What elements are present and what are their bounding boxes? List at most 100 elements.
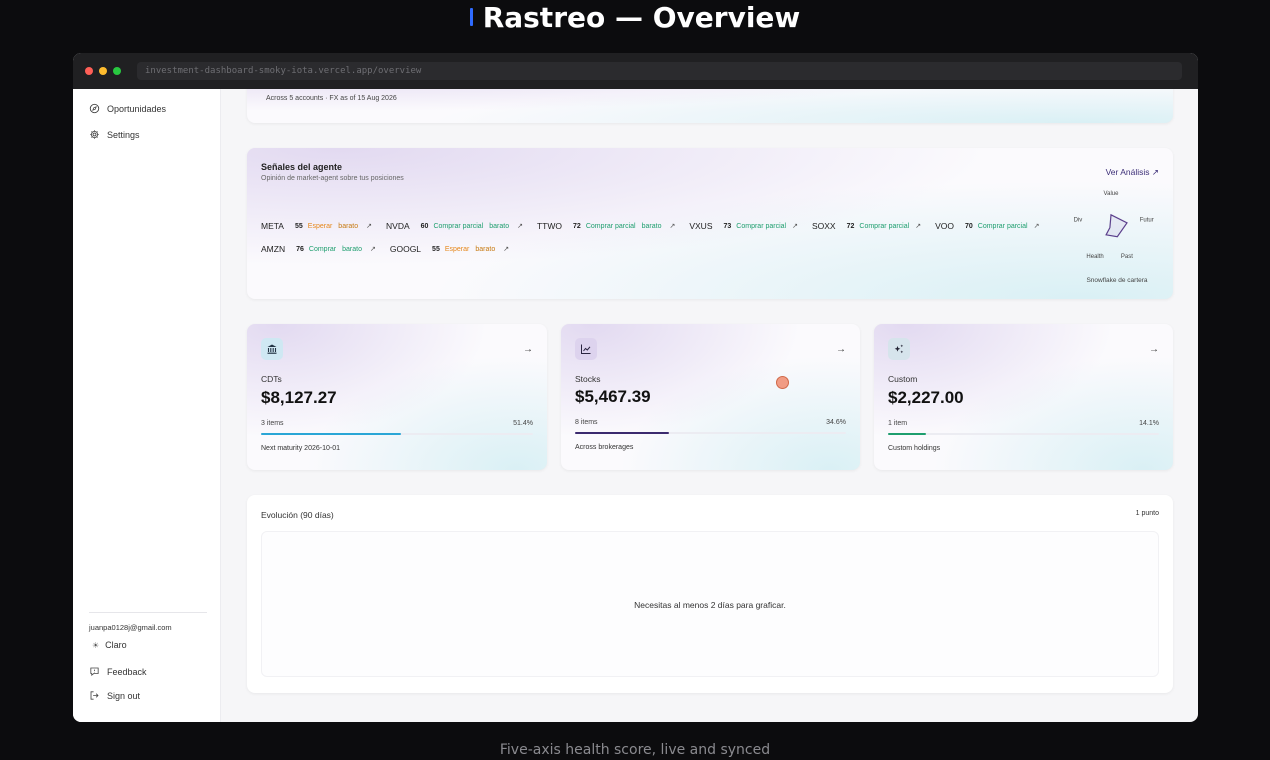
signal-nvda[interactable]: NVDA 60 Comprar parcial barato ↗	[386, 221, 523, 231]
signal-googl[interactable]: GOOGL 55 Esperar barato ↗	[390, 244, 509, 254]
signal-ttwo[interactable]: TTWO 72 Comprar parcial barato ↗	[537, 221, 675, 231]
signals-row: AMZN 76 Comprar barato ↗ GOOGL 55 Esperar barato…	[261, 244, 523, 254]
asset-card-custom[interactable]: → Custom $2,227.00 1 item 14.1% Custom h…	[874, 324, 1173, 470]
arrow-right-icon[interactable]: →	[1149, 344, 1159, 355]
evolution-empty-message: Necesitas al menos 2 días para graficar.	[634, 600, 786, 610]
signal-score: 72	[573, 222, 581, 230]
signal-score: 72	[846, 222, 855, 230]
signal-action: Comprar parcial	[736, 222, 787, 230]
card-footnote: Custom holdings	[888, 445, 941, 452]
hero-title-text: Rastreo — Overview	[482, 0, 801, 34]
signal-vxus[interactable]: VXUS 73 Comprar parcial ↗	[689, 221, 798, 231]
sidebar-item-settings[interactable]: Settings	[89, 129, 140, 140]
theme-toggle[interactable]: ☀ Claro	[92, 640, 127, 650]
signal-score: 55	[432, 245, 440, 253]
gear-icon	[90, 130, 99, 139]
signal-action: Esperar	[444, 245, 470, 253]
share-bar	[261, 433, 533, 435]
evolution-title: Evolución (90 días)	[261, 510, 334, 520]
external-link-icon: ↗	[369, 246, 376, 253]
log-out-icon	[90, 691, 99, 700]
browser-titlebar: investment-dashboard-smoky-iota.vercel.a…	[73, 53, 1198, 89]
snowflake-caption: Snowflake de cartera	[1086, 277, 1148, 284]
card-footnote: Next maturity 2026-10-01	[261, 445, 340, 452]
card-percent: 14.1%	[1139, 420, 1159, 427]
signal-ticker: VXUS	[689, 221, 713, 231]
signal-action: Comprar	[308, 245, 337, 253]
signal-ticker: META	[261, 221, 284, 231]
signal-ticker: GOOGL	[389, 244, 422, 254]
main-content: Across 5 accounts · FX as of 15 Aug 2026…	[221, 89, 1198, 722]
signal-ticker: AMZN	[261, 244, 286, 254]
card-footnote: Across brokerages	[575, 444, 634, 451]
mouse-cursor	[776, 376, 789, 389]
snowflake-shape	[1105, 213, 1128, 238]
snowflake-axis-label: Div	[1074, 218, 1083, 224]
sidebar-item-oportunidades[interactable]: Oportunidades	[89, 103, 166, 114]
compass-icon	[89, 103, 100, 114]
minimize-window-button[interactable]	[99, 67, 107, 75]
sparkles-icon	[888, 338, 910, 360]
asset-card-stocks[interactable]: → Stocks $5,467.39 8 items 34.6% Across …	[561, 324, 860, 470]
bank-icon	[261, 338, 283, 360]
browser-window: investment-dashboard-smoky-iota.vercel.a…	[73, 53, 1198, 722]
user-email: juanpa0128j@gmail.com	[89, 623, 172, 632]
signal-ticker: VOO	[935, 221, 954, 231]
close-window-button[interactable]	[85, 67, 93, 75]
maximize-window-button[interactable]	[113, 67, 121, 75]
evolution-chart-card: Evolución (90 días) 1 punto Necesitas al…	[247, 495, 1173, 693]
signals-title: Señales del agente	[261, 162, 343, 172]
sidebar-item-label: Oportunidades	[107, 103, 167, 114]
asset-card-cdts[interactable]: → CDTs $8,127.27 3 items 51.4% Next matu…	[247, 324, 547, 470]
external-link-icon: ↗	[915, 223, 922, 230]
ver-analisis-link[interactable]: Ver Análisis ↗	[1106, 167, 1159, 178]
signal-action: Comprar parcial	[977, 222, 1028, 230]
card-items: 3 items	[261, 420, 284, 427]
signal-level: barato	[475, 245, 496, 253]
card-percent: 51.4%	[513, 420, 533, 427]
arrow-right-icon[interactable]: →	[523, 344, 533, 355]
snowflake-axis-label: Futur	[1140, 218, 1154, 224]
external-link-icon: ↗	[503, 246, 510, 253]
signal-voo[interactable]: VOO 70 Comprar parcial ↗	[935, 221, 1039, 231]
signal-soxx[interactable]: SOXX 72 Comprar parcial ↗	[812, 221, 921, 231]
share-bar	[575, 432, 846, 434]
signal-ticker: SOXX	[811, 221, 836, 231]
evolution-count: 1 punto	[1135, 510, 1159, 517]
external-link-icon: ↗	[669, 223, 676, 230]
share-bar	[888, 433, 1159, 435]
share-bar-fill	[261, 433, 401, 435]
theme-label: Claro	[105, 640, 127, 650]
caption: Five-axis health score, live and synced	[499, 742, 771, 758]
external-link-icon: ↗	[517, 223, 523, 230]
hero-title: Rastreo — Overview	[0, 0, 1270, 34]
snowflake-axis-label: Value	[1104, 191, 1120, 197]
share-bar-fill	[888, 433, 927, 435]
evolution-chart-area: Necesitas al menos 2 días para graficar.	[261, 531, 1159, 677]
signal-score: 60	[420, 222, 429, 230]
sign-out-button[interactable]: Sign out	[89, 690, 140, 701]
signal-score: 73	[723, 222, 732, 230]
signal-amzn[interactable]: AMZN 76 Comprar barato ↗	[261, 244, 376, 254]
signal-action: Esperar	[307, 222, 333, 230]
portfolio-summary-card: Across 5 accounts · FX as of 15 Aug 2026	[247, 89, 1173, 123]
signals-subtitle: Opinión de market-agent sobre tus posici…	[261, 175, 404, 182]
sign-out-label: Sign out	[107, 690, 141, 701]
arrow-right-icon[interactable]: →	[836, 344, 846, 355]
card-value: $8,127.27	[261, 388, 337, 407]
feedback-button[interactable]: Feedback	[89, 666, 147, 677]
signal-level: barato	[641, 222, 662, 230]
card-label: Stocks	[575, 374, 601, 384]
sidebar-divider	[89, 612, 207, 613]
share-bar-fill	[575, 432, 669, 434]
hero-accent-bar	[469, 8, 473, 26]
message-icon	[90, 667, 99, 677]
signal-score: 55	[294, 222, 303, 230]
signals-row: META 55 Esperar barato ↗ NVDA 60 Comprar parcia…	[261, 221, 1053, 231]
summary-footnote: Across 5 accounts · FX as of 15 Aug 2026	[266, 95, 397, 102]
signal-ticker: TTWO	[536, 221, 563, 231]
signal-meta[interactable]: META 55 Esperar barato ↗	[261, 221, 372, 231]
address-bar[interactable]: investment-dashboard-smoky-iota.vercel.a…	[137, 62, 1182, 80]
card-label: Custom	[888, 374, 918, 384]
external-link-icon: ↗	[366, 223, 373, 230]
